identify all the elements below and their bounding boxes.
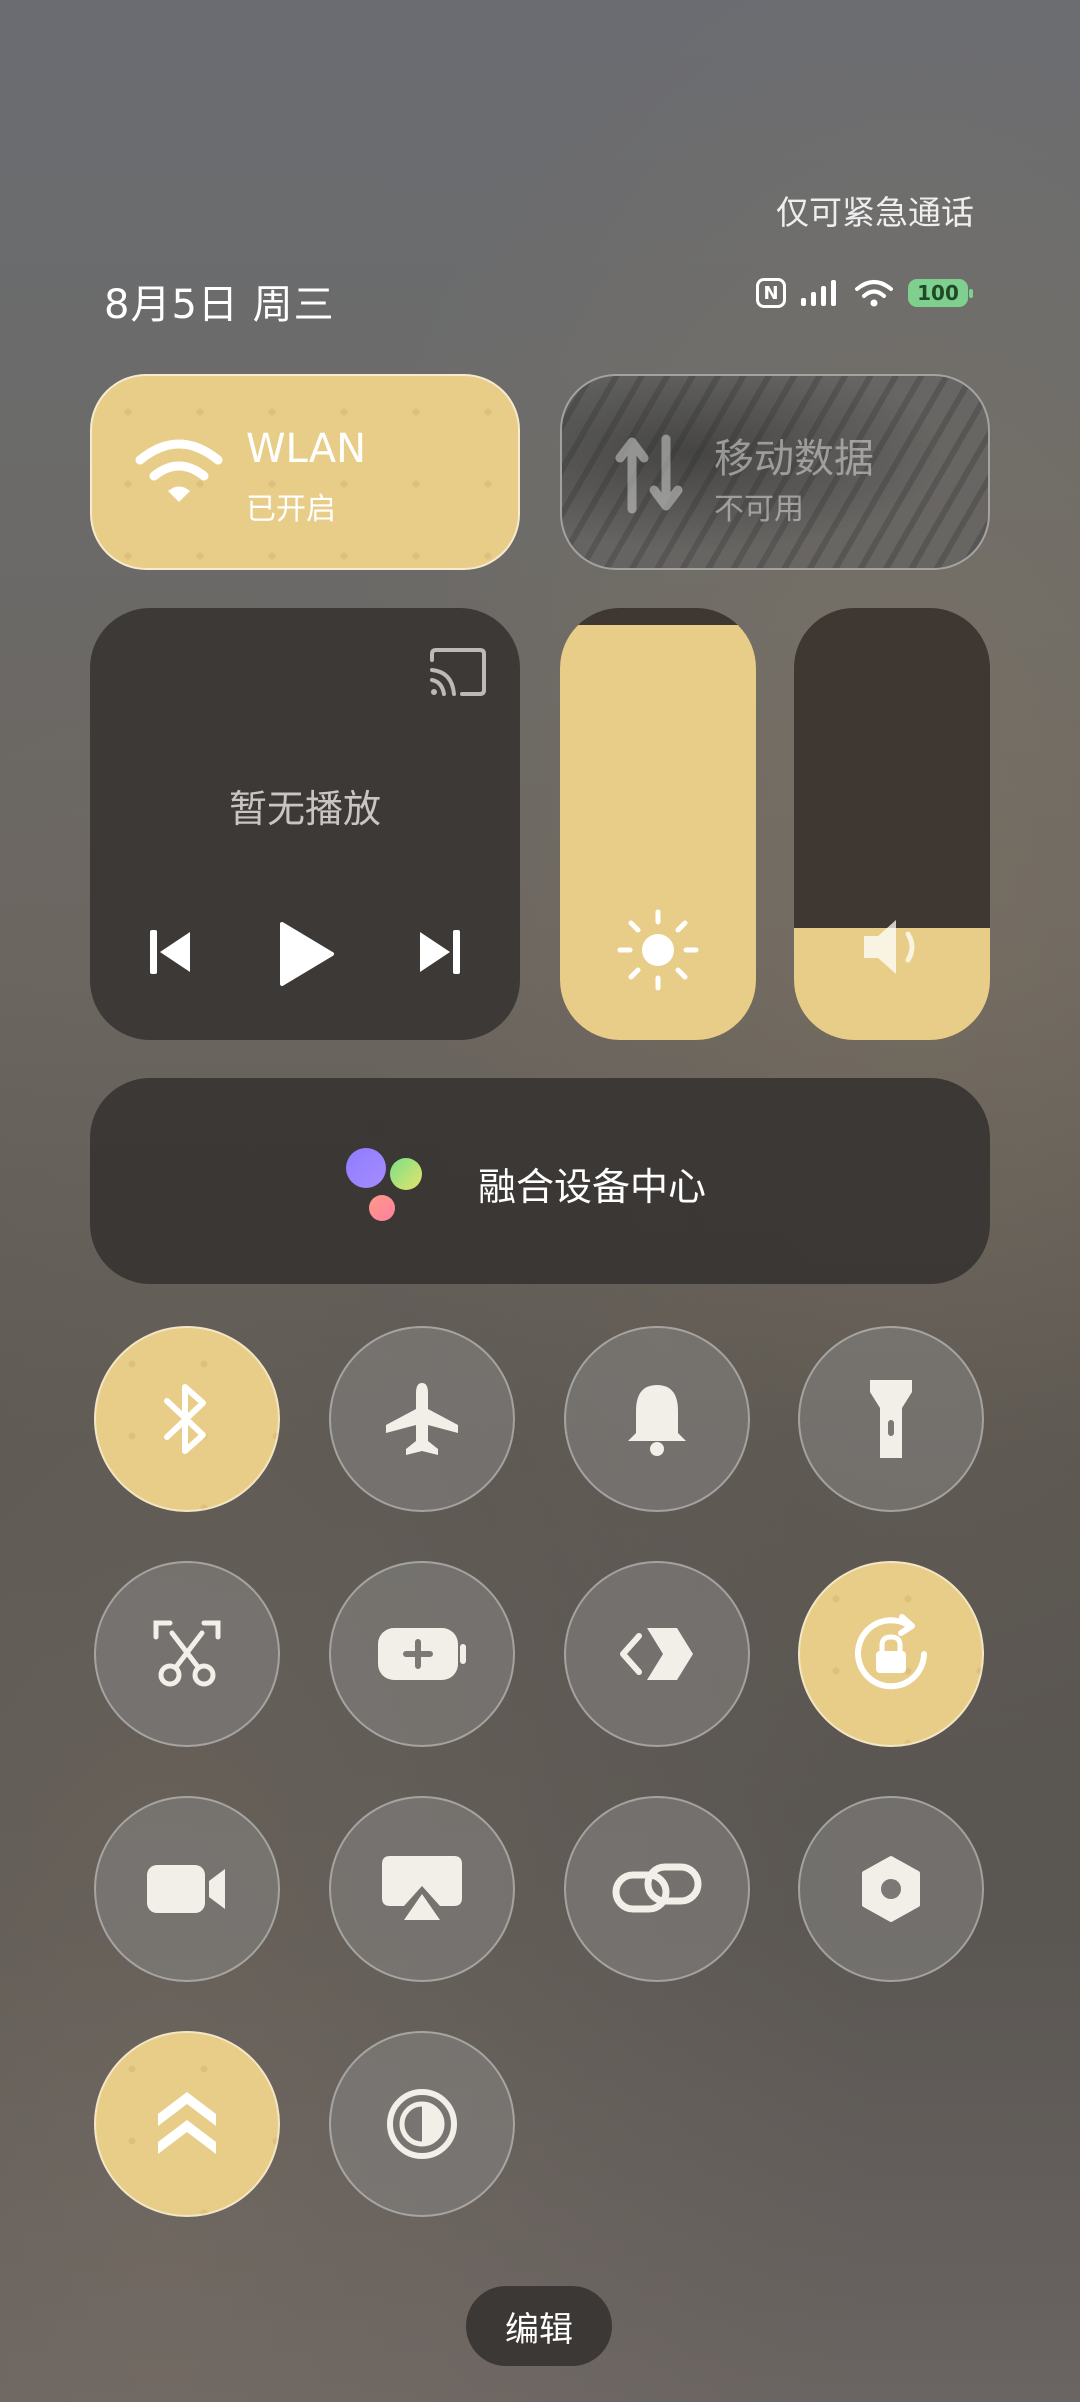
rotation-lock-toggle[interactable] — [798, 1561, 984, 1747]
mobile-data-icon — [615, 434, 683, 514]
speaker-icon — [864, 920, 915, 974]
next-icon[interactable] — [414, 926, 464, 978]
battery-saver-toggle[interactable] — [329, 1561, 515, 1747]
performance-chevrons-icon — [158, 2092, 216, 2154]
status-icons: N 100 — [756, 278, 973, 308]
settings-toggle[interactable] — [798, 1796, 984, 1982]
nfc-icon: N — [756, 278, 786, 308]
wifi-icon — [135, 439, 223, 502]
screen-cast-toggle[interactable] — [329, 1796, 515, 1982]
fusion-device-center-label: 融合设备中心 — [478, 1165, 707, 1209]
edit-button[interactable]: 编辑 — [466, 2286, 612, 2366]
wlan-status: 已开启 — [246, 492, 336, 527]
battery-saver-icon — [378, 1628, 466, 1680]
airplane-mode-toggle[interactable] — [329, 1326, 515, 1512]
brightness-slider[interactable] — [560, 608, 756, 1040]
wlan-title: WLAN — [246, 426, 367, 472]
link-toggle[interactable] — [564, 1796, 750, 1982]
battery-icon: 100 — [908, 279, 973, 307]
screenshot-scissors-icon — [153, 1620, 221, 1687]
link-icon — [612, 1863, 702, 1913]
bluetooth-icon — [164, 1384, 206, 1454]
performance-mode-toggle[interactable] — [94, 2031, 280, 2217]
volume-slider[interactable] — [794, 608, 990, 1040]
mobile-data-status: 不可用 — [714, 492, 804, 527]
date-text: 8月5日 周三 — [104, 282, 335, 328]
screen-cast-icon — [382, 1856, 462, 1920]
flashlight-icon — [870, 1380, 912, 1458]
dark-mode-icon — [387, 2089, 457, 2159]
code-share-icon — [620, 1628, 693, 1680]
fusion-device-center-tile[interactable]: 融合设备中心 — [90, 1078, 990, 1284]
screen-record-toggle[interactable] — [94, 1796, 280, 1982]
media-player-card[interactable]: 暂无播放 — [90, 608, 520, 1040]
bell-icon — [628, 1385, 686, 1456]
dark-mode-toggle[interactable] — [329, 2031, 515, 2217]
screenshot-toggle[interactable] — [94, 1561, 280, 1747]
mobile-data-title: 移动数据 — [714, 436, 874, 482]
bluetooth-toggle[interactable] — [94, 1326, 280, 1512]
signal-icon — [801, 280, 836, 306]
settings-hex-icon — [862, 1856, 920, 1922]
mobile-data-tile[interactable]: 移动数据 不可用 — [560, 374, 990, 570]
media-status-text: 暂无播放 — [228, 787, 381, 831]
cast-icon[interactable] — [428, 646, 488, 698]
wlan-tile[interactable]: WLAN 已开启 — [90, 374, 520, 570]
airplane-icon — [386, 1383, 458, 1455]
battery-level: 100 — [917, 281, 959, 305]
wifi-icon — [855, 280, 893, 307]
ring-mode-toggle[interactable] — [564, 1326, 750, 1512]
previous-icon[interactable] — [146, 926, 196, 978]
sun-icon — [617, 909, 699, 991]
emergency-call-only-text: 仅可紧急通话 — [776, 193, 974, 232]
play-icon[interactable] — [276, 920, 336, 988]
video-camera-icon — [147, 1865, 225, 1913]
flashlight-toggle[interactable] — [798, 1326, 984, 1512]
rotation-lock-icon — [855, 1614, 927, 1690]
device-center-icon — [346, 1148, 422, 1221]
code-share-toggle[interactable] — [564, 1561, 750, 1747]
